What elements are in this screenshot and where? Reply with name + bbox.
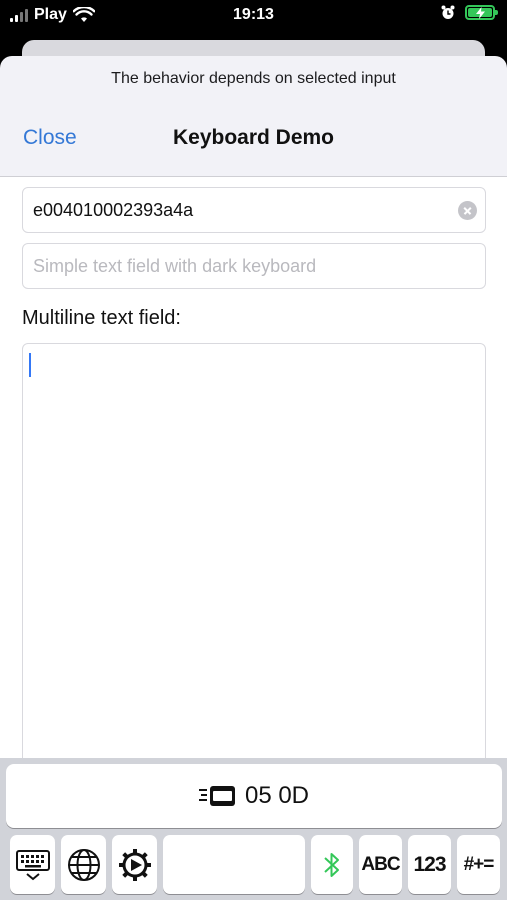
abc-key-label: ABC [361, 853, 400, 875]
multiline-label: Multiline text field: [22, 307, 181, 329]
symbols-key-label: #+= [463, 853, 495, 875]
status-time: 19:13 [233, 6, 274, 23]
dark-keyboard-text-field[interactable]: Simple text field with dark keyboard [22, 243, 486, 289]
text-field-value: e004010002393a4a [33, 200, 194, 220]
battery-charging-icon [465, 5, 498, 20]
clear-text-icon[interactable] [458, 201, 477, 220]
barcode-scanner-icon [198, 786, 235, 806]
space-key[interactable] [163, 835, 305, 894]
text-caret [29, 353, 31, 377]
numbers-key-label: 123 [413, 852, 446, 876]
settings-gear-icon [118, 848, 151, 881]
bluetooth-icon [324, 852, 339, 877]
hide-keyboard-key[interactable] [10, 835, 55, 894]
nav-bar: Close Keyboard Demo [0, 114, 507, 164]
abc-key[interactable]: ABC [359, 835, 402, 894]
scan-result-bar[interactable]: 05 0D [6, 764, 502, 828]
text-field[interactable]: e004010002393a4a [22, 187, 486, 233]
bluetooth-key[interactable] [311, 835, 353, 894]
scan-result-text: 05 0D [244, 782, 310, 809]
dark-field-placeholder: Simple text field with dark keyboard [33, 256, 317, 276]
settings-key[interactable] [112, 835, 157, 894]
page-title: Keyboard Demo [172, 126, 335, 149]
alarm-icon [441, 5, 455, 19]
status-right [441, 5, 498, 20]
custom-keyboard: 05 0D ABC 123 #+= [0, 758, 507, 900]
status-bar: Play 19:13 [0, 0, 507, 32]
globe-key[interactable] [61, 835, 106, 894]
globe-icon [67, 848, 100, 881]
symbols-key[interactable]: #+= [457, 835, 500, 894]
sheet-subtitle: The behavior depends on selected input [111, 70, 396, 87]
numbers-key[interactable]: 123 [408, 835, 451, 894]
hide-keyboard-icon [15, 849, 50, 880]
